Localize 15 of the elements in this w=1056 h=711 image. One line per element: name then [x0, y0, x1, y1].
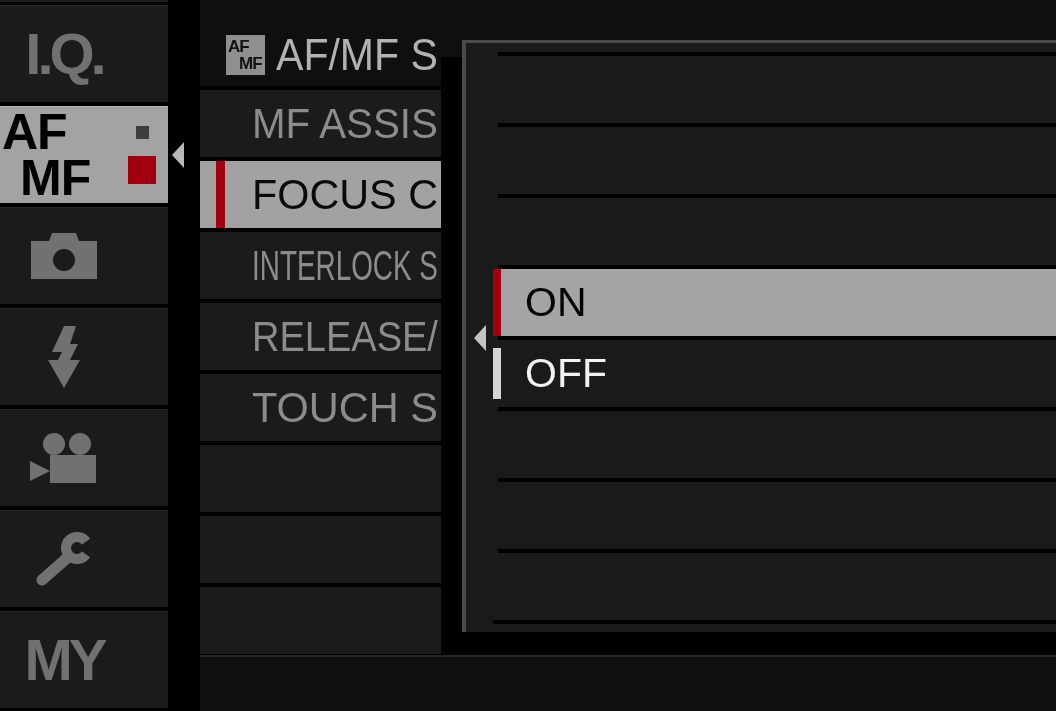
sidebar-tab[interactable]	[0, 409, 168, 506]
screen-title: AF/MF S	[276, 33, 438, 77]
sidebar-tab[interactable]: AF MF	[0, 106, 168, 203]
camera-icon	[31, 233, 97, 279]
sidebar-tab[interactable]	[0, 308, 168, 405]
option-item[interactable]: ON	[493, 269, 1056, 336]
menu-item[interactable]: FOCUS C	[200, 161, 441, 228]
flash-icon	[46, 326, 82, 388]
sidebar-tab[interactable]	[0, 207, 168, 304]
caret-icon	[473, 325, 486, 351]
sidebar-tab[interactable]	[0, 510, 168, 607]
sidebar-tab[interactable]: MY	[0, 611, 168, 708]
section-badge: AF MF	[226, 35, 265, 75]
movie-camera-icon	[30, 433, 98, 483]
sidebar-tab[interactable]: I.Q.	[0, 5, 168, 102]
